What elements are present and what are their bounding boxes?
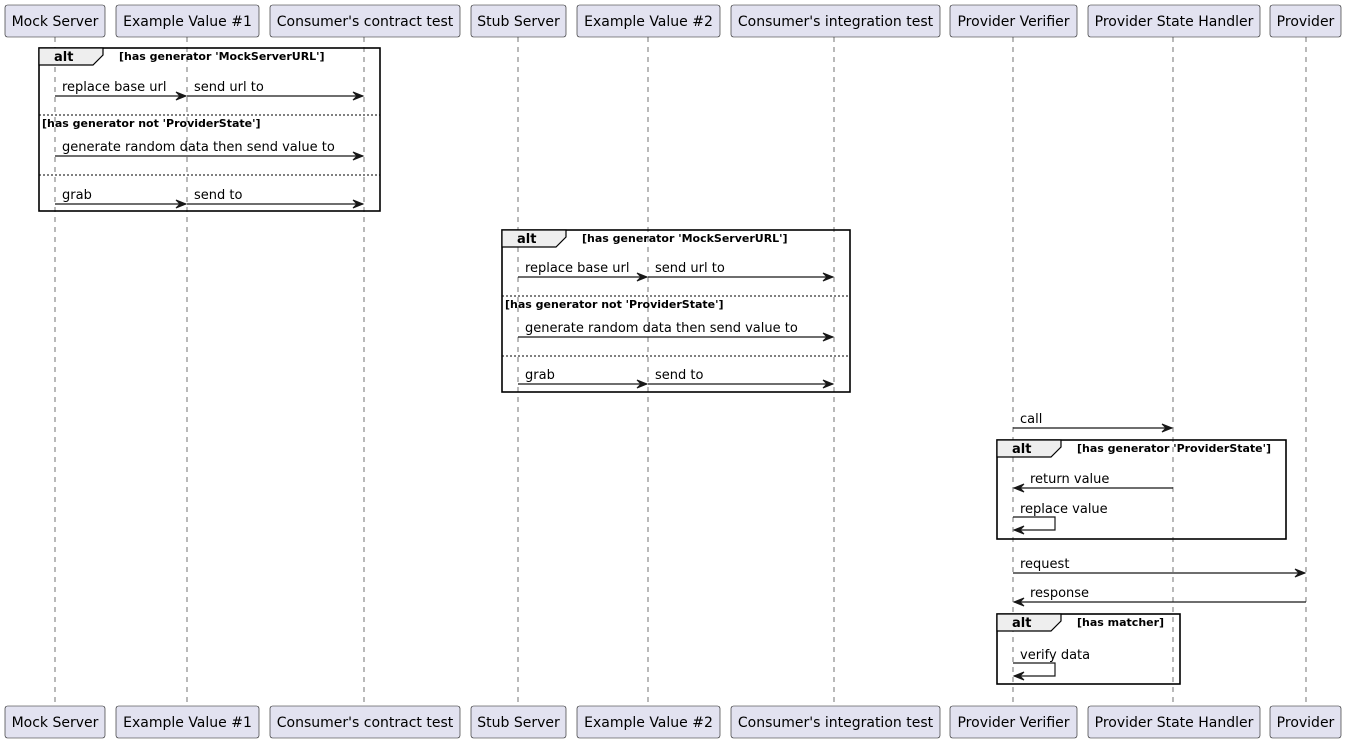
message-replace-base-url: replace base url — [55, 80, 188, 101]
message-call: call — [1013, 412, 1174, 433]
participant-example-value-1-bottom[interactable]: Example Value #1 — [115, 705, 260, 739]
participant-consumer-contract-test-top[interactable]: Consumer's contract test — [269, 4, 461, 38]
participant-consumer-integration-test-top[interactable]: Consumer's integration test — [730, 4, 941, 38]
alt-frame: alt [has generator 'ProviderState'] — [996, 439, 1287, 540]
message-grab: grab — [55, 188, 188, 209]
participant-stub-server-top[interactable]: Stub Server — [470, 4, 567, 38]
message-send-url-to: send url to — [187, 80, 365, 101]
participant-provider-bottom[interactable]: Provider — [1269, 705, 1342, 739]
message-send-to: send to — [187, 188, 365, 209]
message-label: response — [1030, 586, 1089, 601]
message-generate-random-data-then-send-value-to: generate random data then send value to — [55, 140, 365, 161]
message-label: grab — [525, 368, 555, 383]
participant-provider-verifier-top[interactable]: Provider Verifier — [949, 4, 1078, 38]
message-replace-base-url: replace base url — [518, 261, 649, 282]
participant-label: Mock Server — [12, 715, 99, 731]
participant-label: Example Value #1 — [123, 14, 252, 30]
message-replace-value: replace value — [1012, 502, 1108, 535]
message-send-to: send to — [648, 368, 835, 389]
message-label: call — [1020, 412, 1042, 427]
message-verify-data: verify data — [1012, 648, 1090, 681]
participant-example-value-2-top[interactable]: Example Value #2 — [576, 4, 721, 38]
message-label: request — [1020, 557, 1069, 572]
participant-consumer-contract-test-bottom[interactable]: Consumer's contract test — [269, 705, 461, 739]
message-label: replace base url — [525, 261, 629, 276]
frame-keyword: alt — [1012, 616, 1031, 631]
alt-frame: alt [has generator 'MockServerURL'] [has g… — [38, 47, 381, 212]
message-label: grab — [62, 188, 92, 203]
participant-label: Provider — [1277, 715, 1335, 731]
participant-label: Example Value #1 — [123, 715, 252, 731]
participant-provider-top[interactable]: Provider — [1269, 4, 1342, 38]
message-label: return value — [1030, 472, 1109, 487]
message-label: generate random data then send value to — [525, 321, 798, 336]
frame-keyword: alt — [54, 50, 73, 65]
message-grab: grab — [518, 368, 649, 389]
participant-mock-server-top[interactable]: Mock Server — [4, 4, 106, 38]
guard-condition: [has generator 'ProviderState'] — [1077, 442, 1271, 455]
participant-label: Consumer's contract test — [277, 715, 454, 731]
participant-provider-verifier-bottom[interactable]: Provider Verifier — [949, 705, 1078, 739]
participant-example-value-1-top[interactable]: Example Value #1 — [115, 4, 260, 38]
message-send-url-to: send url to — [648, 261, 835, 282]
participant-label: Provider State Handler — [1095, 715, 1254, 731]
message-label: replace value — [1020, 502, 1108, 517]
guard-condition: [has generator 'MockServerURL'] — [119, 50, 325, 63]
guard-condition: [has generator 'MockServerURL'] — [582, 232, 788, 245]
participant-provider-state-handler-top[interactable]: Provider State Handler — [1087, 4, 1261, 38]
participant-label: Provider State Handler — [1095, 14, 1254, 30]
guard-condition: [has generator not 'ProviderState'] — [505, 298, 724, 311]
participant-label: Provider — [1277, 14, 1335, 30]
sequence-diagram: alt [has generator 'MockServerURL'] [has g… — [4, 4, 1342, 739]
participant-label: Provider Verifier — [957, 14, 1069, 30]
participant-label: Stub Server — [477, 715, 560, 731]
participant-consumer-integration-test-bottom[interactable]: Consumer's integration test — [730, 705, 941, 739]
message-response: response — [1012, 586, 1306, 607]
participant-stub-server-bottom[interactable]: Stub Server — [470, 705, 567, 739]
participant-label: Mock Server — [12, 14, 99, 30]
message-label: send to — [194, 188, 242, 203]
participant-label: Example Value #2 — [584, 715, 713, 731]
participant-label: Consumer's integration test — [738, 14, 934, 30]
message-label: replace base url — [62, 80, 166, 95]
guard-condition: [has generator not 'ProviderState'] — [42, 117, 261, 130]
frame-keyword: alt — [517, 232, 536, 247]
participant-example-value-2-bottom[interactable]: Example Value #2 — [576, 705, 721, 739]
participant-label: Example Value #2 — [584, 14, 713, 30]
frame-keyword: alt — [1012, 442, 1031, 457]
message-label: verify data — [1020, 648, 1090, 663]
participant-label: Consumer's contract test — [277, 14, 454, 30]
participant-provider-state-handler-bottom[interactable]: Provider State Handler — [1087, 705, 1261, 739]
message-request: request — [1013, 557, 1307, 578]
message-generate-random-data-then-send-value-to: generate random data then send value to — [518, 321, 835, 342]
message-label: send url to — [194, 80, 264, 95]
message-return-value: return value — [1012, 472, 1173, 493]
participant-label: Provider Verifier — [957, 715, 1069, 731]
participant-mock-server-bottom[interactable]: Mock Server — [4, 705, 106, 739]
message-label: generate random data then send value to — [62, 140, 335, 155]
participant-label: Stub Server — [477, 14, 560, 30]
message-label: send url to — [655, 261, 725, 276]
participant-label: Consumer's integration test — [738, 715, 934, 731]
message-label: send to — [655, 368, 703, 383]
guard-condition: [has matcher] — [1077, 616, 1164, 629]
